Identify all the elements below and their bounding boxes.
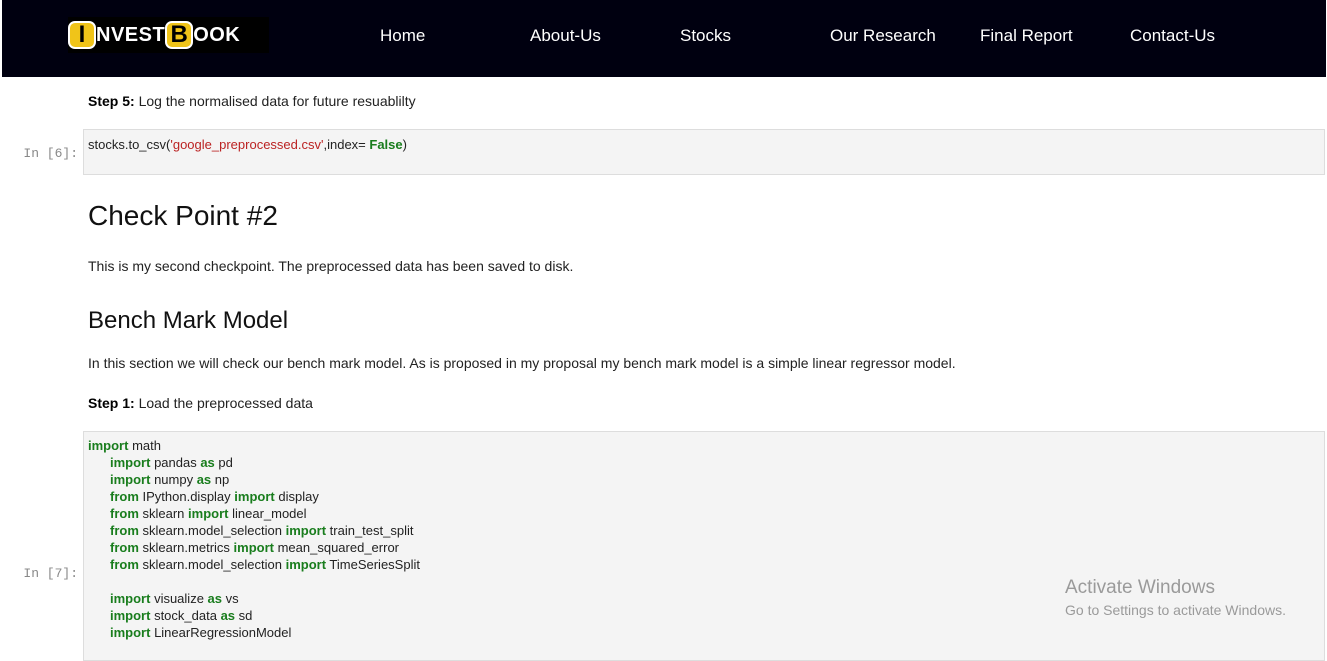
cell7-prompt: In [7]: bbox=[23, 566, 78, 581]
checkpoint-text: This is my second checkpoint. The prepro… bbox=[88, 258, 574, 274]
activate-windows-title: Activate Windows bbox=[1065, 577, 1215, 598]
nav-final-report-link[interactable]: Final Report bbox=[980, 26, 1073, 46]
code-line: from sklearn.model_selection import trai… bbox=[110, 523, 414, 538]
logo-badge-b: B bbox=[165, 21, 194, 49]
logo-word-nvest: NVEST bbox=[96, 23, 166, 46]
checkpoint-heading: Check Point #2 bbox=[88, 200, 278, 231]
code-line: from sklearn import linear_model bbox=[110, 506, 307, 521]
code-line: from sklearn.model_selection import Time… bbox=[110, 557, 420, 572]
step5-description: Log the normalised data for future resua… bbox=[134, 93, 416, 109]
step5-text: Step 5: Log the normalised data for futu… bbox=[88, 93, 416, 109]
step1-description: Load the preprocessed data bbox=[134, 395, 313, 411]
activate-windows-subtitle: Go to Settings to activate Windows. bbox=[1065, 602, 1286, 618]
code-line: from IPython.display import display bbox=[110, 489, 319, 504]
nav-home-link[interactable]: Home bbox=[380, 26, 425, 46]
code-line: import math bbox=[88, 438, 161, 453]
code-line: import numpy as np bbox=[110, 472, 230, 487]
code-line: from sklearn.metrics import mean_squared… bbox=[110, 540, 400, 555]
code-line: import pandas as pd bbox=[110, 455, 233, 470]
nav-contact-us-link[interactable]: Contact-Us bbox=[1130, 26, 1215, 46]
benchmark-heading: Bench Mark Model bbox=[88, 307, 289, 334]
step1-label: Step 1: bbox=[88, 395, 135, 411]
nav-stocks-link[interactable]: Stocks bbox=[680, 26, 731, 46]
code-cell-7[interactable]: import math import pandas as pd import n… bbox=[83, 431, 1325, 661]
code-line: stocks.to_csv('google_preprocessed.csv',… bbox=[88, 137, 407, 152]
benchmark-text: In this section we will check our bench … bbox=[88, 355, 956, 371]
nav-about-us-link[interactable]: About-Us bbox=[530, 26, 601, 46]
code-line: import visualize as vs bbox=[110, 591, 239, 606]
investbook-logo[interactable]: I NVEST B OOK bbox=[68, 17, 269, 53]
code-cell-6[interactable]: stocks.to_csv('google_preprocessed.csv',… bbox=[83, 129, 1325, 175]
top-navbar: I NVEST B OOK Home About-Us Stocks Our R… bbox=[2, 0, 1326, 77]
nav-our-research-link[interactable]: Our Research bbox=[830, 26, 936, 46]
code-line: import LinearRegressionModel bbox=[110, 625, 292, 640]
step5-label: Step 5: bbox=[88, 93, 135, 109]
cell6-prompt: In [6]: bbox=[23, 146, 78, 161]
logo-word-ook: OOK bbox=[193, 23, 241, 46]
logo-badge-i: I bbox=[68, 21, 96, 49]
code-line: import stock_data as sd bbox=[110, 608, 253, 623]
step1-text: Step 1: Load the preprocessed data bbox=[88, 395, 313, 411]
